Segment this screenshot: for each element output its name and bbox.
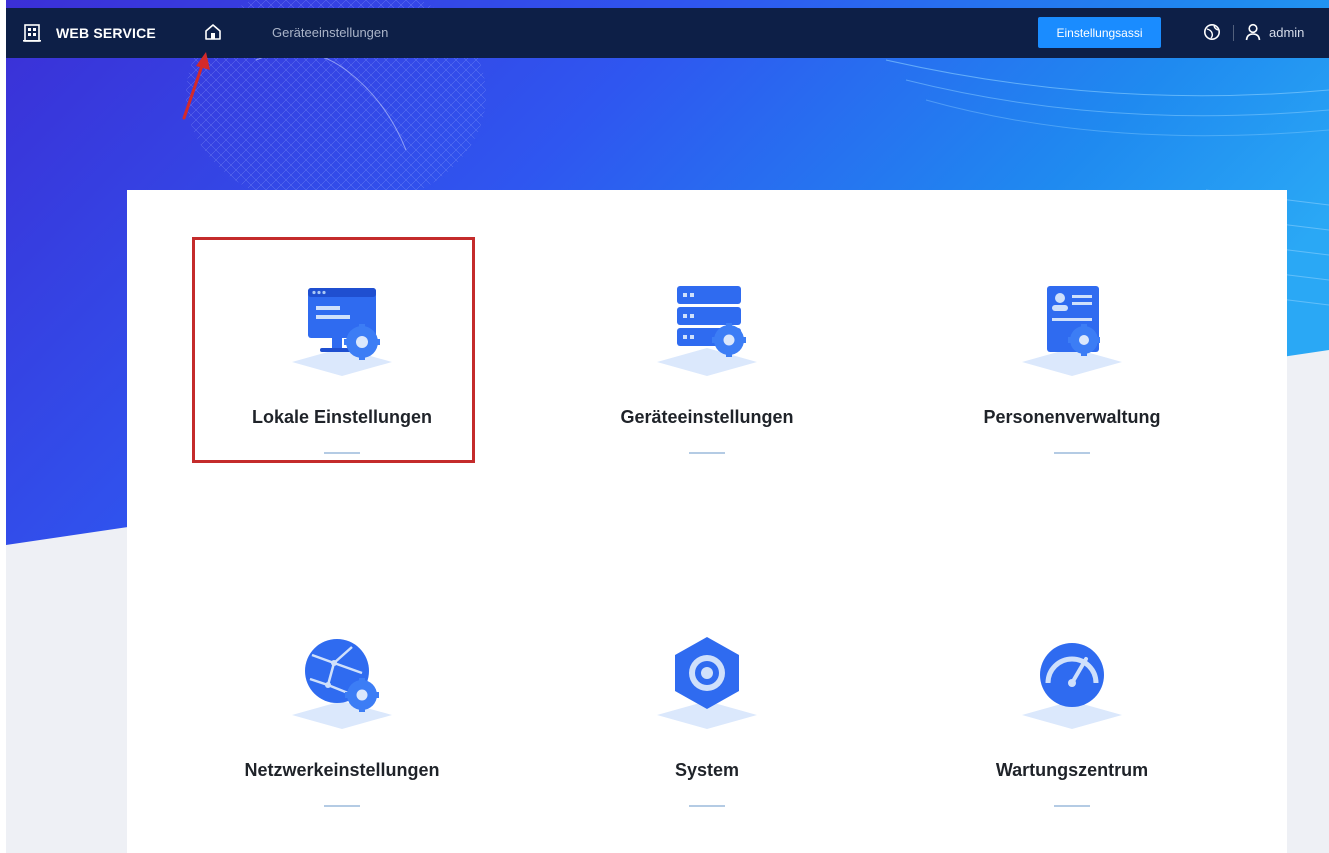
network-globe-settings-icon xyxy=(292,639,392,729)
user-icon[interactable] xyxy=(1245,23,1261,41)
brand-label: WEB SERVICE xyxy=(56,25,156,41)
globe-icon[interactable] xyxy=(1203,23,1221,41)
tile-label: Personenverwaltung xyxy=(983,407,1161,427)
setup-wizard-button[interactable]: Einstellungsassi xyxy=(1038,17,1161,48)
monitor-settings-icon xyxy=(292,288,392,376)
annotation-arrow-icon xyxy=(182,52,210,120)
breadcrumb[interactable]: Geräteeinstellungen xyxy=(272,8,388,58)
tile-underline xyxy=(1054,452,1090,454)
system-gear-icon xyxy=(657,637,757,729)
tile-system[interactable]: System xyxy=(547,563,867,833)
tile-local-settings[interactable]: Lokale Einstellungen xyxy=(182,210,502,480)
tile-underline xyxy=(1054,805,1090,807)
tile-label: Lokale Einstellungen xyxy=(251,407,433,427)
tile-underline xyxy=(324,452,360,454)
header-divider xyxy=(1233,25,1234,41)
user-name[interactable]: admin xyxy=(1269,8,1304,58)
tile-underline xyxy=(689,805,725,807)
tile-label: Netzwerkeinstellungen xyxy=(244,760,440,780)
brand: WEB SERVICE xyxy=(22,8,156,58)
tile-label: Wartungszentrum xyxy=(995,760,1149,780)
tile-person-management[interactable]: Personenverwaltung xyxy=(912,210,1232,480)
app-viewport: WEB SERVICE Geräteeinstellungen Einstell… xyxy=(6,0,1329,853)
server-settings-icon xyxy=(657,286,757,376)
tile-maintenance-center[interactable]: Wartungszentrum xyxy=(912,563,1232,833)
main-menu-card: Lokale Einstellungen Geräteeinstellungen… xyxy=(127,190,1287,853)
home-icon[interactable] xyxy=(202,21,224,43)
tile-underline xyxy=(324,805,360,807)
tile-network-settings[interactable]: Netzwerkeinstellungen xyxy=(182,563,502,833)
tile-label: System xyxy=(674,760,740,780)
tile-device-settings[interactable]: Geräteeinstellungen xyxy=(547,210,867,480)
tile-label: Geräteeinstellungen xyxy=(620,407,794,427)
gauge-icon xyxy=(1022,643,1122,729)
building-icon xyxy=(23,24,41,42)
person-card-settings-icon xyxy=(1022,286,1122,376)
tile-underline xyxy=(689,452,725,454)
